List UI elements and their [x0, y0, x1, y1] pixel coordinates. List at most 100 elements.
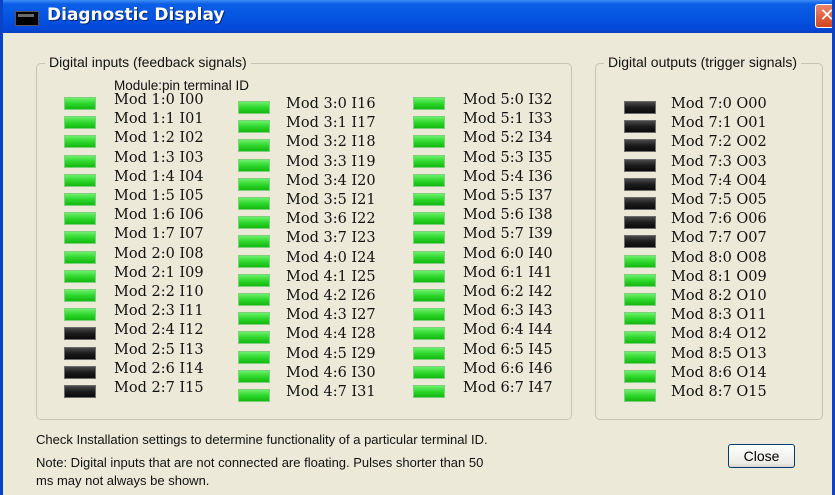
- pin-label: Mod 8:7 O15: [671, 384, 767, 400]
- pin-label: Mod 1:4 I04: [114, 168, 204, 185]
- status-led-on: [238, 139, 270, 153]
- window-title: Diagnostic Display: [47, 5, 225, 25]
- status-led-on: [238, 331, 270, 345]
- status-led-on: [64, 289, 96, 302]
- pin-label: Mod 3:1 I17: [286, 115, 376, 132]
- status-led-on: [238, 350, 270, 364]
- status-led-on: [624, 254, 656, 268]
- pin-label: Mod 4:5 I29: [286, 345, 376, 362]
- status-led-off: [624, 120, 656, 134]
- status-led-on: [413, 97, 445, 110]
- status-led-on: [238, 369, 270, 383]
- pin-label: Mod 5:6 I38: [463, 207, 553, 224]
- diagnostic-display-window: Diagnostic Display ✕ Digital inputs (fee…: [0, 0, 835, 495]
- status-led-on: [238, 235, 270, 249]
- pin-label: Mod 5:0 I32: [463, 92, 553, 108]
- status-led-on: [624, 369, 656, 383]
- pin-label: Mod 2:7 I15: [114, 380, 204, 396]
- pin-label: Mod 2:3 I11: [114, 303, 204, 320]
- app-icon: [15, 11, 39, 26]
- pin-label: Mod 3:5 I21: [286, 192, 376, 208]
- status-led-off: [64, 346, 96, 360]
- pin-label: Mod 2:6 I14: [114, 360, 204, 377]
- pin-label: Mod 6:7 I47: [463, 380, 553, 396]
- status-led-on: [238, 158, 270, 172]
- status-led-off: [624, 197, 656, 210]
- status-led-on: [624, 350, 656, 364]
- status-led-on: [64, 212, 96, 226]
- pin-label: Mod 4:1 I25: [286, 268, 376, 285]
- pin-label: Mod 5:5 I37: [463, 188, 553, 204]
- status-led-off: [624, 101, 656, 114]
- pin-label: Mod 7:2 O02: [671, 134, 767, 151]
- close-icon[interactable]: ✕: [815, 4, 832, 28]
- status-led-on: [413, 365, 445, 379]
- column-header: Module:pin terminal ID: [114, 78, 250, 93]
- floating-inputs-note: Note: Digital inputs that are not connec…: [36, 455, 484, 470]
- status-led-on: [238, 254, 270, 268]
- pin-label: Mod 3:3 I19: [286, 153, 376, 170]
- status-led-on: [238, 120, 270, 134]
- pin-label: Mod 5:1 I33: [463, 111, 553, 128]
- status-led-on: [64, 154, 96, 168]
- status-led-on: [413, 269, 445, 283]
- status-led-on: [238, 293, 270, 306]
- status-led-on: [413, 173, 445, 187]
- status-led-off: [624, 235, 656, 249]
- status-led-on: [238, 197, 270, 210]
- status-led-on: [413, 231, 445, 245]
- pin-label: Mod 4:3 I27: [286, 307, 376, 324]
- pin-label: Mod 6:4 I44: [463, 322, 553, 339]
- status-led-on: [238, 273, 270, 287]
- pin-label: Mod 8:6 O14: [671, 364, 767, 381]
- pin-label: Mod 2:0 I08: [114, 245, 204, 262]
- status-led-on: [64, 116, 96, 130]
- status-led-off: [64, 327, 96, 341]
- pin-label: Mod 6:1 I41: [463, 264, 553, 281]
- digital-outputs-title: Digital outputs (trigger signals): [604, 54, 802, 70]
- pin-label: Mod 7:0 O00: [671, 96, 767, 112]
- status-led-on: [413, 308, 445, 322]
- pin-label: Mod 8:2 O10: [671, 288, 767, 304]
- close-button[interactable]: Close: [728, 444, 795, 468]
- status-led-on: [64, 173, 96, 187]
- pin-label: Mod 7:5 O05: [671, 192, 767, 208]
- pin-label: Mod 2:5 I13: [114, 341, 204, 358]
- status-led-on: [238, 312, 270, 326]
- pin-label: Mod 5:7 I39: [463, 226, 553, 243]
- status-led-off: [64, 365, 96, 379]
- pin-label: Mod 4:0 I24: [286, 249, 376, 266]
- pin-label: Mod 3:4 I20: [286, 172, 376, 189]
- pin-label: Mod 4:4 I28: [286, 326, 376, 343]
- pin-label: Mod 1:3 I03: [114, 149, 204, 166]
- status-led-on: [238, 389, 270, 402]
- pin-label: Mod 8:3 O11: [671, 307, 767, 324]
- pin-label: Mod 4:7 I31: [286, 384, 376, 400]
- pin-label: Mod 7:6 O06: [671, 211, 767, 228]
- status-led-on: [413, 135, 445, 149]
- status-led-on: [624, 312, 656, 326]
- pin-label: Mod 1:1 I01: [114, 111, 204, 128]
- pin-label: Mod 2:4 I12: [114, 322, 204, 339]
- pin-label: Mod 6:6 I46: [463, 360, 553, 377]
- pin-label: Mod 1:2 I02: [114, 130, 204, 147]
- pin-label: Mod 8:4 O12: [671, 326, 767, 343]
- pin-label: Mod 4:6 I30: [286, 364, 376, 381]
- pin-label: Mod 8:0 O08: [671, 249, 767, 266]
- status-led-on: [413, 289, 445, 302]
- status-led-on: [413, 250, 445, 264]
- pin-label: Mod 7:3 O03: [671, 153, 767, 170]
- pin-label: Mod 3:0 I16: [286, 96, 376, 112]
- installation-note: Check Installation settings to determine…: [36, 432, 488, 447]
- pin-label: Mod 5:3 I35: [463, 149, 553, 166]
- status-led-on: [64, 308, 96, 322]
- digital-inputs-title: Digital inputs (feedback signals): [45, 54, 251, 70]
- pin-label: Mod 1:7 I07: [114, 226, 204, 243]
- title-bar[interactable]: Diagnostic Display: [3, 0, 832, 33]
- pin-label: Mod 2:2 I10: [114, 284, 204, 300]
- floating-inputs-note-cont: ms may not always be shown.: [36, 473, 210, 488]
- status-led-on: [413, 346, 445, 360]
- status-led-on: [413, 327, 445, 341]
- status-led-on: [64, 135, 96, 149]
- status-led-on: [238, 101, 270, 114]
